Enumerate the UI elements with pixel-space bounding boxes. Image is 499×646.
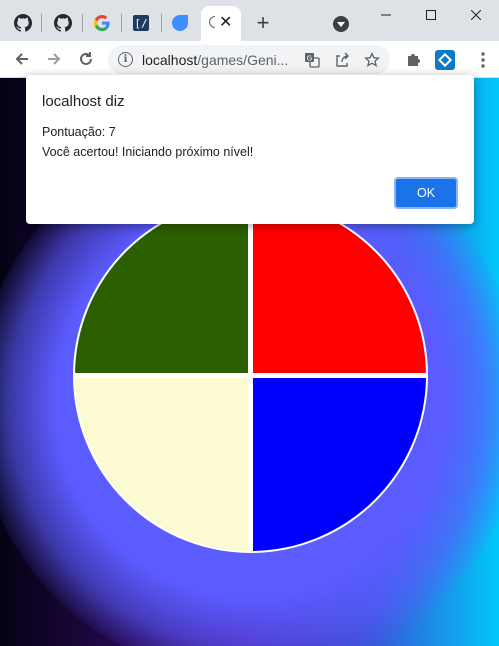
maximize-button[interactable]: [408, 0, 454, 30]
tab-drop[interactable]: [163, 8, 197, 38]
info-icon[interactable]: i: [118, 52, 133, 67]
google-icon: [94, 15, 110, 31]
tab-google[interactable]: [85, 8, 119, 38]
blue-button[interactable]: [253, 378, 426, 551]
tab-active[interactable]: ✕: [201, 6, 241, 41]
maximize-icon: [426, 10, 436, 20]
page-icon: [209, 16, 215, 28]
address-bar[interactable]: i localhost/games/Geni... G: [108, 45, 390, 74]
dialog-message: Você acertou! Iniciando próximo nível!: [42, 145, 254, 159]
extensions-button[interactable]: [400, 47, 426, 73]
diamond-icon: [435, 50, 455, 70]
tab-github-1[interactable]: [6, 8, 40, 38]
url-host: localhost: [142, 52, 198, 68]
arrow-right-icon: [48, 53, 61, 65]
reload-icon: [80, 52, 92, 65]
forward-button[interactable]: [40, 45, 68, 73]
extension-diamond-button[interactable]: [432, 47, 458, 73]
puzzle-icon: [408, 54, 420, 66]
tab-separator: [41, 14, 42, 32]
green-button[interactable]: [75, 200, 248, 373]
github-icon: [54, 14, 72, 32]
dialog-title: localhost diz: [42, 93, 125, 110]
bracket-icon: [/: [133, 15, 149, 31]
tab-strip: [/ ✕ +: [0, 0, 499, 41]
drop-icon: [172, 15, 188, 31]
close-window-button[interactable]: [453, 0, 499, 30]
tab-separator: [161, 14, 162, 32]
minimize-icon: [381, 14, 391, 16]
browser-toolbar: i localhost/games/Geni... G: [0, 41, 499, 78]
tab-separator: [82, 14, 83, 32]
alert-dialog: localhost diz Pontuação: 7 Você acertou!…: [26, 75, 474, 224]
tab-search-button[interactable]: [330, 13, 352, 35]
share-icon[interactable]: [332, 50, 352, 70]
genius-board: [73, 198, 428, 553]
arrow-left-icon: [15, 53, 28, 65]
chevron-down-icon: [333, 16, 349, 32]
svg-text:G: G: [307, 55, 312, 63]
translate-icon[interactable]: G: [302, 50, 322, 70]
bookmark-star-icon[interactable]: [362, 50, 382, 70]
minimize-button[interactable]: [363, 0, 409, 30]
close-tab-icon[interactable]: ✕: [219, 12, 232, 32]
new-tab-button[interactable]: +: [250, 10, 276, 36]
kebab-menu-icon: [481, 52, 485, 68]
reload-button[interactable]: [72, 45, 100, 73]
url-text: localhost/games/Geni...: [142, 52, 288, 68]
github-icon: [14, 14, 32, 32]
ok-button[interactable]: OK: [394, 177, 458, 209]
tab-separator: [121, 14, 122, 32]
back-button[interactable]: [8, 45, 36, 73]
tab-bracket[interactable]: [/: [124, 8, 158, 38]
yellow-button[interactable]: [75, 378, 248, 551]
dialog-score: Pontuação: 7: [42, 125, 116, 139]
url-path: /games/Geni...: [197, 52, 289, 68]
close-icon: [471, 10, 481, 20]
tab-github-2[interactable]: [46, 8, 80, 38]
red-button[interactable]: [253, 200, 426, 373]
menu-button[interactable]: [470, 47, 496, 73]
